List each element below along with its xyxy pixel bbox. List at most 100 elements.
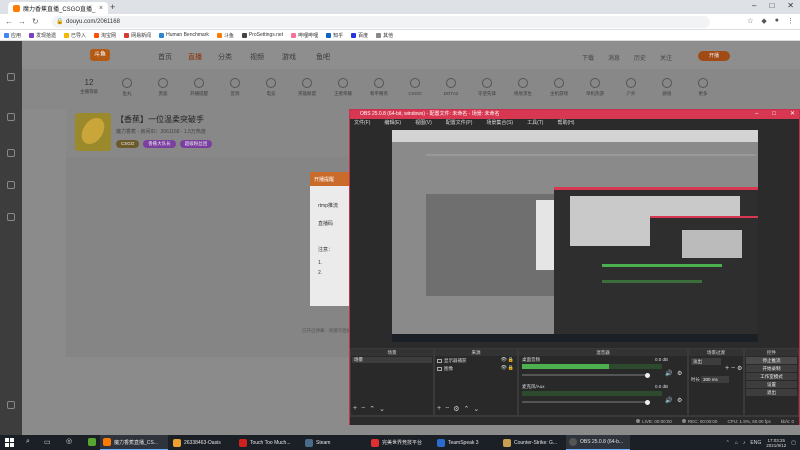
sidebar-item-video[interactable]: [2, 149, 20, 158]
sidebar-item-fish[interactable]: [2, 213, 20, 222]
bookmark-item[interactable]: 哔哩哔哩: [291, 32, 318, 39]
bookmark-item[interactable]: 网易新闻: [124, 32, 151, 39]
source-item[interactable]: 显示器捕获: [437, 358, 467, 364]
category-item[interactable]: 签到: [222, 78, 248, 97]
menu-profile[interactable]: 配置文件(P): [446, 119, 473, 128]
language-indicator[interactable]: ENG: [750, 440, 761, 446]
nav-fishbar[interactable]: 鱼吧: [316, 52, 330, 62]
menu-scene-collection[interactable]: 场景集合(S): [486, 119, 513, 128]
transition-select[interactable]: 淡出: [691, 358, 721, 365]
category-item[interactable]: 王者荣耀: [330, 78, 356, 97]
bookmark-item[interactable]: ProSettings.net: [241, 32, 283, 38]
address-bar[interactable]: 🔒 douyu.com/2061168: [52, 16, 710, 28]
maximize-icon[interactable]: □: [769, 1, 774, 10]
new-tab-button[interactable]: +: [110, 2, 115, 12]
search-icon[interactable]: ⌕: [26, 438, 30, 446]
settings-button[interactable]: 设置: [746, 381, 797, 388]
category-item[interactable]: 更多: [690, 78, 716, 97]
obs-preview[interactable]: [392, 130, 758, 342]
room-tag[interactable]: 香蕉大队长: [143, 140, 176, 148]
category-item[interactable]: 主机游戏: [546, 78, 572, 97]
eye-icon[interactable]: 👁: [501, 365, 507, 371]
speaker-icon[interactable]: 🔊: [665, 370, 672, 377]
browser-tab[interactable]: 魔力香蕉直播_CSGO直播_斗鱼直播 ×: [8, 2, 108, 14]
bookmark-item[interactable]: 其他: [376, 32, 393, 39]
down-icon[interactable]: ⌄: [473, 405, 479, 413]
streamer-avatar[interactable]: [75, 113, 111, 151]
bookmark-item[interactable]: Human Benchmark: [159, 32, 209, 38]
gear-icon[interactable]: ⚙: [677, 370, 682, 377]
profile-icon[interactable]: ●: [775, 17, 779, 25]
star-icon[interactable]: ☆: [747, 17, 753, 25]
messages-link[interactable]: 消息: [608, 53, 620, 62]
taskbar-item[interactable]: 魔力香蕉直播_CS...: [100, 435, 168, 450]
menu-icon[interactable]: ⋮: [787, 17, 794, 25]
taskbar-item[interactable]: TeamSpeak 3: [434, 435, 498, 450]
close-tab-icon[interactable]: ×: [99, 5, 103, 12]
exit-button[interactable]: 退出: [746, 389, 797, 396]
follow-link[interactable]: 关注: [660, 53, 672, 62]
category-item[interactable]: 鱼丸: [114, 78, 140, 97]
sidebar-item-home[interactable]: [2, 73, 20, 82]
category-item[interactable]: 户外: [618, 78, 644, 97]
taskbar-item[interactable]: Touch Too Much...: [236, 435, 300, 450]
task-view-icon[interactable]: ▭: [44, 438, 51, 446]
category-item[interactable]: 贵族: [150, 78, 176, 97]
menu-file[interactable]: 文件(F): [354, 119, 370, 128]
nvidia-icon[interactable]: [88, 438, 96, 446]
category-item[interactable]: DOTA2: [438, 78, 464, 96]
room-tag[interactable]: CSGO: [116, 140, 140, 148]
notification-icon[interactable]: ▢: [791, 440, 796, 446]
sidebar-item-game[interactable]: [2, 181, 20, 190]
stop-streaming-button[interactable]: 停止推流: [746, 357, 797, 364]
taskbar-item[interactable]: 26338463-Oasis: [170, 435, 234, 450]
bookmark-item[interactable]: 已导入: [64, 32, 86, 39]
start-recording-button[interactable]: 开始录制: [746, 365, 797, 372]
gear-icon[interactable]: ⚙: [677, 397, 682, 404]
category-item[interactable]: CSGO: [402, 78, 428, 96]
sidebar-item-more[interactable]: [2, 401, 20, 410]
bookmark-item[interactable]: 淘宝网: [94, 32, 116, 39]
menu-help[interactable]: 帮助(H): [557, 119, 574, 128]
bookmark-item[interactable]: 百度: [351, 32, 368, 39]
taskbar-item[interactable]: Steam: [302, 435, 366, 450]
gear-icon[interactable]: ⚙: [453, 405, 459, 413]
bookmark-item[interactable]: 知乎: [326, 32, 343, 39]
category-item[interactable]: 和平精英: [366, 78, 392, 97]
category-item[interactable]: 开播提醒: [186, 78, 212, 97]
start-live-button[interactable]: 开播: [698, 51, 730, 61]
gear-icon[interactable]: ⚙: [737, 365, 742, 372]
volume-knob[interactable]: [645, 372, 650, 378]
add-icon[interactable]: +: [353, 405, 357, 413]
douyu-logo[interactable]: 斗鱼: [90, 49, 110, 61]
up-icon[interactable]: ⌃: [463, 405, 469, 413]
download-link[interactable]: 下载: [582, 53, 594, 62]
duration-input[interactable]: 300 ms: [701, 376, 729, 383]
menu-view[interactable]: 视图(V): [415, 119, 432, 128]
windows-start-icon[interactable]: [5, 438, 14, 447]
back-icon[interactable]: ←: [5, 17, 13, 26]
room-tag[interactable]: 超级粉丝团: [179, 140, 213, 148]
source-item[interactable]: 图像: [437, 366, 453, 372]
clock[interactable]: 17:03:25 2021/9/12: [766, 438, 786, 448]
sidebar-item-follow[interactable]: [2, 113, 20, 122]
category-item[interactable]: 单机热游: [582, 78, 608, 97]
category-item[interactable]: 颜值: [654, 78, 680, 97]
speaker-icon[interactable]: 🔊: [665, 397, 672, 404]
menu-tools[interactable]: 工具(T): [527, 119, 543, 128]
level-item[interactable]: 12 主播等级: [76, 78, 102, 95]
taskbar-item[interactable]: Counter-Strike: G...: [500, 435, 564, 450]
bookmark-item[interactable]: 发现拾遗: [29, 32, 56, 39]
minimize-icon[interactable]: –: [752, 1, 756, 10]
category-item[interactable]: 绝地求生: [510, 78, 536, 97]
close-window-icon[interactable]: ✕: [787, 1, 794, 10]
lock-icon[interactable]: 🔒: [508, 357, 514, 363]
down-icon[interactable]: ⌄: [379, 405, 385, 413]
close-window-icon[interactable]: ✕: [790, 110, 795, 119]
steam-tray-icon[interactable]: ◎: [66, 437, 72, 445]
lock-icon[interactable]: 🔒: [508, 365, 514, 371]
category-item[interactable]: 英雄联盟: [294, 78, 320, 97]
nav-category[interactable]: 分类: [218, 52, 232, 62]
volume-slider-desktop[interactable]: [522, 372, 650, 378]
maximize-icon[interactable]: □: [772, 110, 776, 119]
